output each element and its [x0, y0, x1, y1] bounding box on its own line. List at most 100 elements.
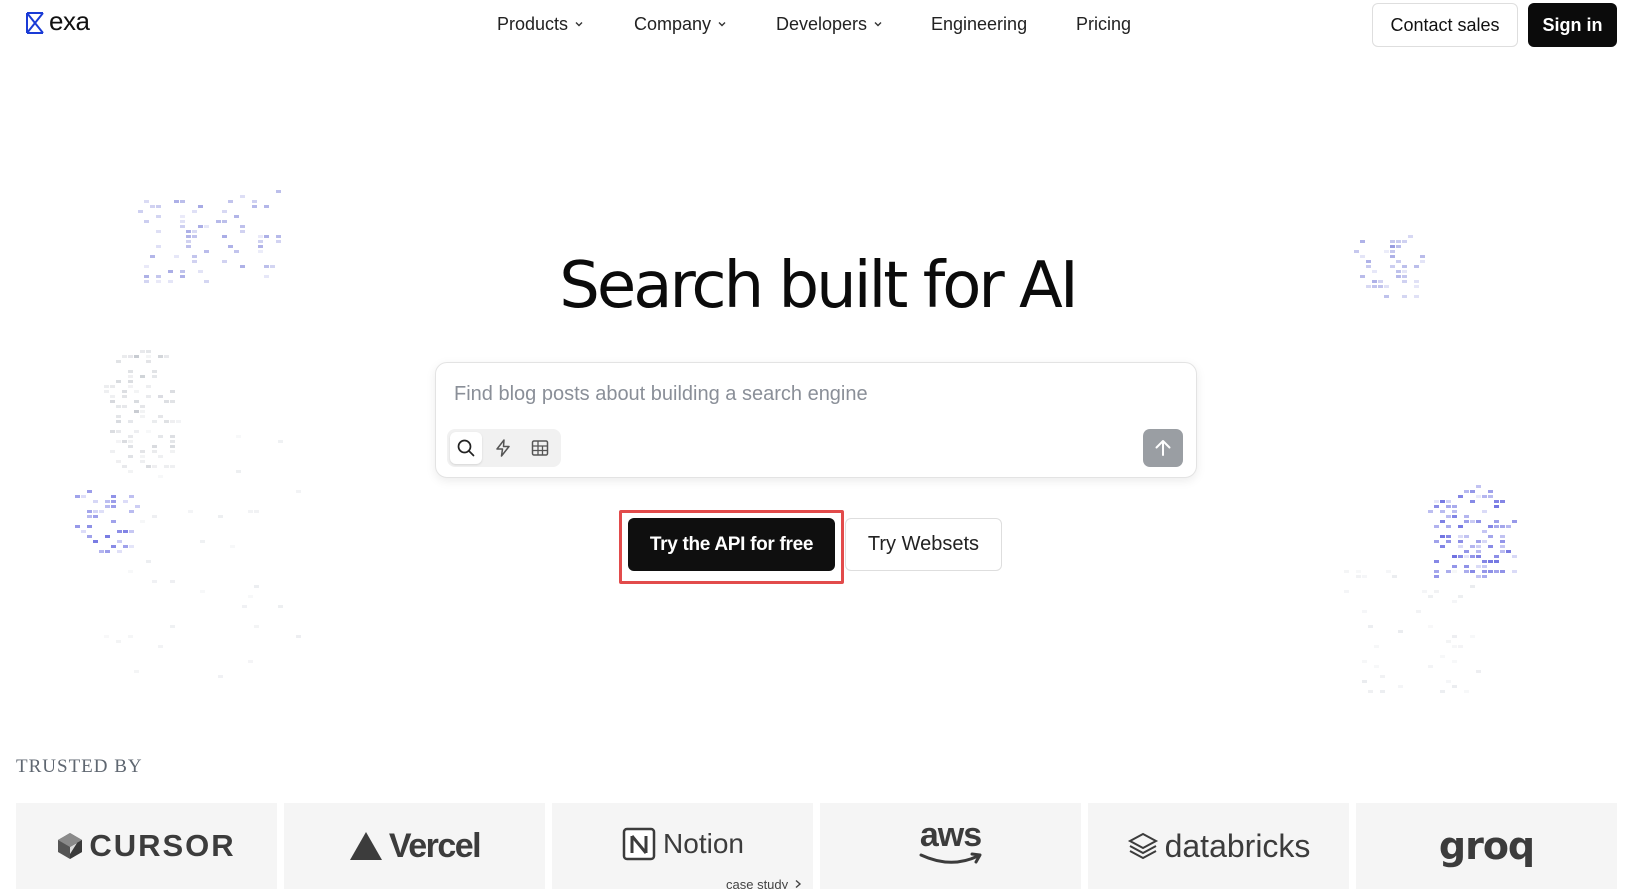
decor-pixel [1362, 660, 1367, 663]
chevron-right-icon [794, 877, 802, 889]
decor-pixel [123, 530, 128, 533]
decor-pixel [248, 660, 253, 663]
decor-pixel [1464, 550, 1469, 553]
decor-pixel [1362, 575, 1367, 578]
sign-in-button[interactable]: Sign in [1528, 3, 1617, 47]
decor-pixel [75, 495, 80, 498]
table-mode-button[interactable] [524, 432, 556, 464]
decor-pixel [1434, 570, 1439, 573]
decor-pixel [176, 420, 181, 423]
decor-pixel [134, 400, 139, 403]
decor-pixel [135, 505, 140, 508]
decor-pixel [1488, 545, 1493, 548]
decor-pixel [1464, 565, 1469, 568]
decor-pixel [1440, 500, 1445, 503]
nav-products[interactable]: Products [497, 10, 584, 38]
decor-pixel [218, 515, 223, 518]
decor-pixel [1482, 540, 1487, 543]
nav-pricing[interactable]: Pricing [1076, 10, 1131, 38]
decor-pixel [122, 440, 127, 443]
decor-pixel [1458, 595, 1463, 598]
decor-pixel [186, 240, 191, 243]
decor-pixel [1380, 675, 1385, 678]
decor-pixel [158, 395, 163, 398]
decor-pixel [116, 430, 121, 433]
decor-pixel [110, 395, 115, 398]
decor-pixel [254, 510, 259, 513]
decor-pixel [1446, 680, 1451, 683]
decor-pixel [144, 220, 149, 223]
decor-pixel [134, 390, 139, 393]
cursor-wordmark: CURSOR [89, 828, 236, 863]
decor-pixel [87, 515, 92, 518]
decor-pixel [134, 355, 139, 358]
decor-pixel [158, 355, 163, 358]
decor-pixel [140, 410, 145, 413]
decor-pixel [116, 440, 121, 443]
logo-card-notion[interactable]: Notion case study [552, 803, 813, 889]
contact-sales-button[interactable]: Contact sales [1372, 3, 1518, 47]
decor-pixel [1464, 520, 1469, 523]
decor-pixel [140, 350, 145, 353]
try-api-button[interactable]: Try the API for free [628, 518, 835, 571]
decor-pixel [192, 235, 197, 238]
decor-pixel [105, 535, 110, 538]
try-websets-button[interactable]: Try Websets [845, 518, 1002, 571]
decor-pixel [186, 235, 191, 238]
decor-pixel [248, 595, 253, 598]
decor-pixel [1386, 570, 1391, 573]
decor-pixel [1470, 570, 1475, 573]
decor-pixel [276, 235, 281, 238]
decor-pixel [1452, 515, 1457, 518]
decor-pixel [1368, 690, 1373, 693]
decor-pixel [1446, 525, 1451, 528]
decor-pixel [198, 225, 203, 228]
search-submit-button[interactable] [1143, 429, 1183, 467]
decor-pixel [1452, 555, 1457, 558]
notion-case-study-link[interactable]: case study [726, 877, 802, 889]
decor-pixel [170, 465, 175, 468]
nav-engineering[interactable]: Engineering [931, 10, 1027, 38]
decor-pixel [87, 535, 92, 538]
decor-pixel [156, 205, 161, 208]
decor-pixel [117, 540, 122, 543]
search-mode-button[interactable] [450, 432, 482, 464]
search-icon [456, 438, 476, 458]
decor-pixel [1458, 555, 1463, 558]
decor-pixel [140, 460, 145, 463]
decor-pixel [104, 385, 109, 388]
customer-logo-strip: CURSOR Vercel Notion case study aws data… [16, 803, 1619, 889]
fast-mode-button[interactable] [487, 432, 519, 464]
decor-pixel [140, 520, 145, 523]
decor-pixel [104, 390, 109, 393]
decor-pixel [116, 640, 121, 643]
decor-pixel [105, 535, 110, 538]
search-input[interactable] [454, 379, 1154, 409]
decor-pixel [1458, 525, 1463, 528]
decor-pixel [1470, 520, 1475, 523]
decor-pixel [278, 605, 283, 608]
decor-pixel [200, 540, 205, 543]
decor-pixel [276, 240, 281, 243]
nav-company[interactable]: Company [634, 10, 727, 38]
decor-pixel [1506, 550, 1511, 553]
decor-pixel [1464, 550, 1469, 553]
decor-pixel [116, 380, 121, 383]
decor-pixel [234, 215, 239, 218]
nav-developers[interactable]: Developers [776, 10, 883, 38]
decor-pixel [1464, 570, 1469, 573]
decor-pixel [276, 190, 281, 193]
decor-pixel [1434, 505, 1439, 508]
decor-pixel [104, 635, 109, 638]
decor-pixel [222, 235, 227, 238]
decor-pixel [1500, 545, 1505, 548]
decor-pixel [1402, 240, 1407, 243]
decor-pixel [110, 400, 115, 403]
decor-pixel [200, 590, 205, 593]
decor-pixel [93, 540, 98, 543]
decor-pixel [1470, 490, 1475, 493]
decor-pixel [192, 230, 197, 233]
decor-pixel [140, 455, 145, 458]
decor-pixel [240, 230, 245, 233]
decor-pixel [278, 440, 283, 443]
